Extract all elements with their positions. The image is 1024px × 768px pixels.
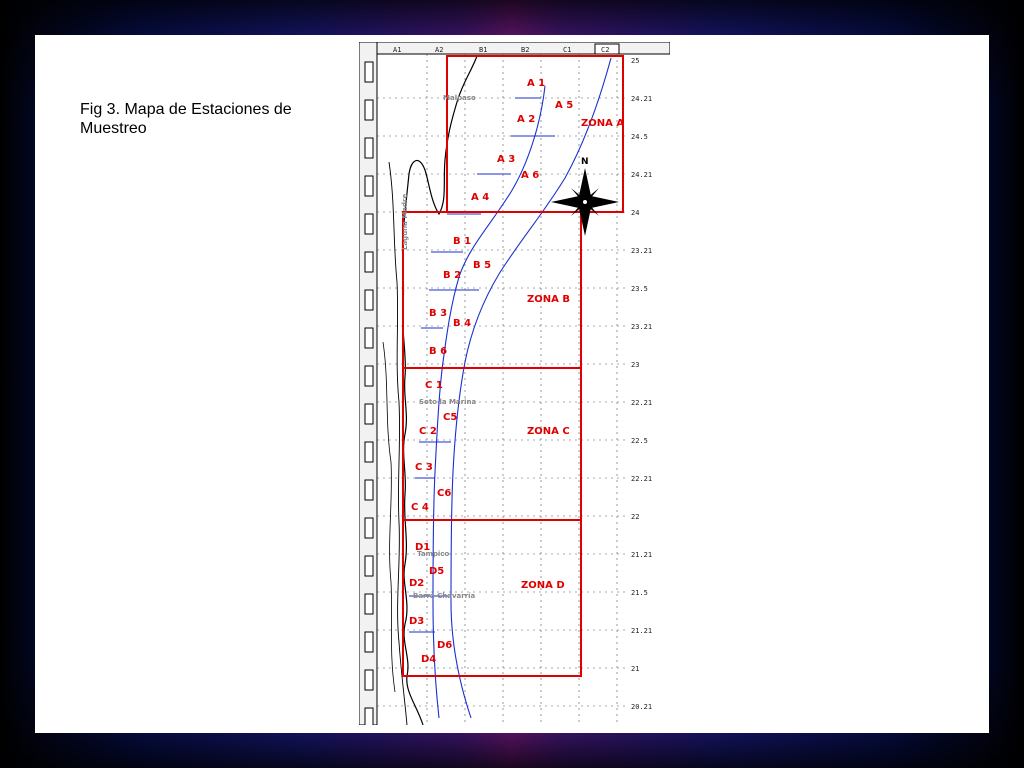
station-label: D5: [429, 566, 444, 577]
tick-label: 22.21: [631, 475, 652, 483]
station-label: D6: [437, 640, 452, 651]
tick-label: 24.21: [631, 171, 652, 179]
tick-label: 21: [631, 665, 639, 673]
tick-label: 22: [631, 513, 639, 521]
station-label: C 4: [411, 502, 429, 513]
station-label: B 2: [443, 270, 461, 281]
tick-label: 23.5: [631, 285, 648, 293]
station-label: D3: [409, 616, 424, 627]
col-label: A2: [435, 46, 443, 54]
tick-label: 24.5: [631, 133, 648, 141]
caption-line-1: Fig 3. Mapa de Estaciones de: [80, 101, 292, 118]
zone-label: ZONA B: [527, 294, 570, 305]
station-label: C 2: [419, 426, 437, 437]
tick-label: 21.21: [631, 627, 652, 635]
station-label: A 2: [517, 114, 535, 125]
station-label: C6: [437, 488, 451, 499]
tick-label: 23: [631, 361, 639, 369]
tick-label: 25: [631, 57, 639, 65]
zone-boxes: [402, 55, 624, 677]
station-label: C5: [443, 412, 457, 423]
station-label: B 6: [429, 346, 447, 357]
station-label: D2: [409, 578, 424, 589]
tick-label: 23.21: [631, 247, 652, 255]
tick-label: 21.21: [631, 551, 652, 559]
zone-label: ZONA D: [521, 580, 565, 591]
station-label: D4: [421, 654, 436, 665]
tick-label: 20.21: [631, 703, 652, 711]
caption-line-2: Muestreo: [80, 120, 147, 137]
station-label: A 5: [555, 100, 573, 111]
compass-rose-icon: N: [551, 157, 619, 236]
station-label: B 3: [429, 308, 447, 319]
place-name: Malpaso: [443, 94, 476, 102]
compass-north-label: N: [581, 157, 589, 167]
place-name: Laguna Madre: [401, 194, 409, 250]
col-label: B2: [521, 46, 529, 54]
zone-label: ZONA A: [581, 118, 624, 129]
station-label: A 3: [497, 154, 515, 165]
col-label: C1: [563, 46, 571, 54]
col-label: B1: [479, 46, 487, 54]
col-label: C2: [601, 46, 609, 54]
tick-label: 24.21: [631, 95, 652, 103]
right-axis-ticks: 25 24.21 24.5 24.21 24 23.21 23.5 23.21 …: [631, 57, 652, 711]
station-label: A 1: [527, 78, 545, 89]
tick-label: 21.5: [631, 589, 648, 597]
sampling-station-map: A1 A2 B1 B2 C1 C2 25 24.21 24.5 24.21 24…: [359, 42, 670, 725]
place-name: Tampico: [417, 550, 449, 558]
tick-label: 22.21: [631, 399, 652, 407]
station-label: B 5: [473, 260, 491, 271]
zone-label: ZONA C: [527, 426, 570, 437]
station-label: A 4: [471, 192, 489, 203]
station-label: B 4: [453, 318, 471, 329]
place-name: Soto la Marina: [419, 398, 477, 406]
station-label: C 1: [425, 380, 443, 391]
col-label: A1: [393, 46, 401, 54]
station-label: A 6: [521, 170, 539, 181]
figure-caption: Fig 3. Mapa de Estaciones de Muestreo: [80, 100, 350, 138]
station-labels: A 1 A 2 A 3 A 4 A 5 A 6 B 1 B 2 B 3 B 4 …: [409, 78, 573, 665]
station-label: C 3: [415, 462, 433, 473]
slide-canvas: Fig 3. Mapa de Estaciones de Muestreo A1…: [35, 35, 989, 733]
inland-shore: [382, 341, 396, 693]
tick-label: 22.5: [631, 437, 648, 445]
place-name: Barra Chavarría: [413, 592, 476, 600]
tick-label: 23.21: [631, 323, 652, 331]
map-svg: A1 A2 B1 B2 C1 C2 25 24.21 24.5 24.21 24…: [359, 42, 670, 725]
tick-label: 24: [631, 209, 639, 217]
station-label: B 1: [453, 236, 471, 247]
